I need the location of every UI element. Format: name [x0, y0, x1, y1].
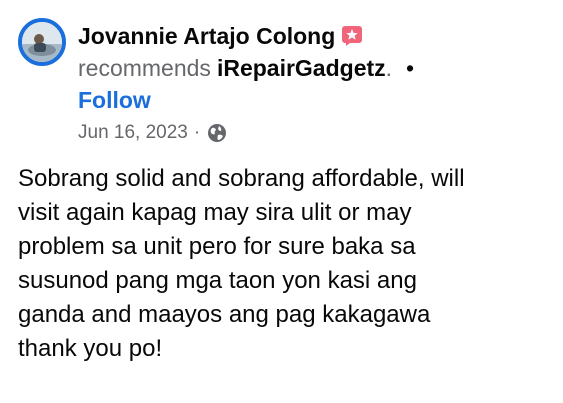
avatar[interactable] — [18, 18, 66, 66]
author-name[interactable]: Jovannie Artajo Colong — [78, 23, 335, 50]
post-date[interactable]: Jun 16, 2023 — [78, 122, 188, 144]
star-badge-icon — [341, 25, 363, 47]
separator-dot: • — [406, 54, 415, 81]
meta-separator: · — [193, 122, 201, 143]
review-text: Sobrang solid and sobrang affordable, wi… — [18, 165, 465, 362]
period: . — [385, 54, 393, 81]
recommendation-row: recommends iRepairGadgetz . • — [78, 52, 548, 84]
author-row: Jovannie Artajo Colong — [78, 20, 548, 52]
avatar-photo — [22, 22, 62, 62]
page-name-link[interactable]: iRepairGadgetz — [217, 55, 386, 82]
post-meta: Jun 16, 2023 · — [78, 118, 228, 148]
follow-button[interactable]: Follow — [78, 84, 151, 116]
post-header: Jovannie Artajo Colong recommends iRepai… — [78, 20, 548, 116]
globe-icon[interactable] — [206, 122, 228, 144]
recommends-label: recommends — [78, 54, 211, 81]
